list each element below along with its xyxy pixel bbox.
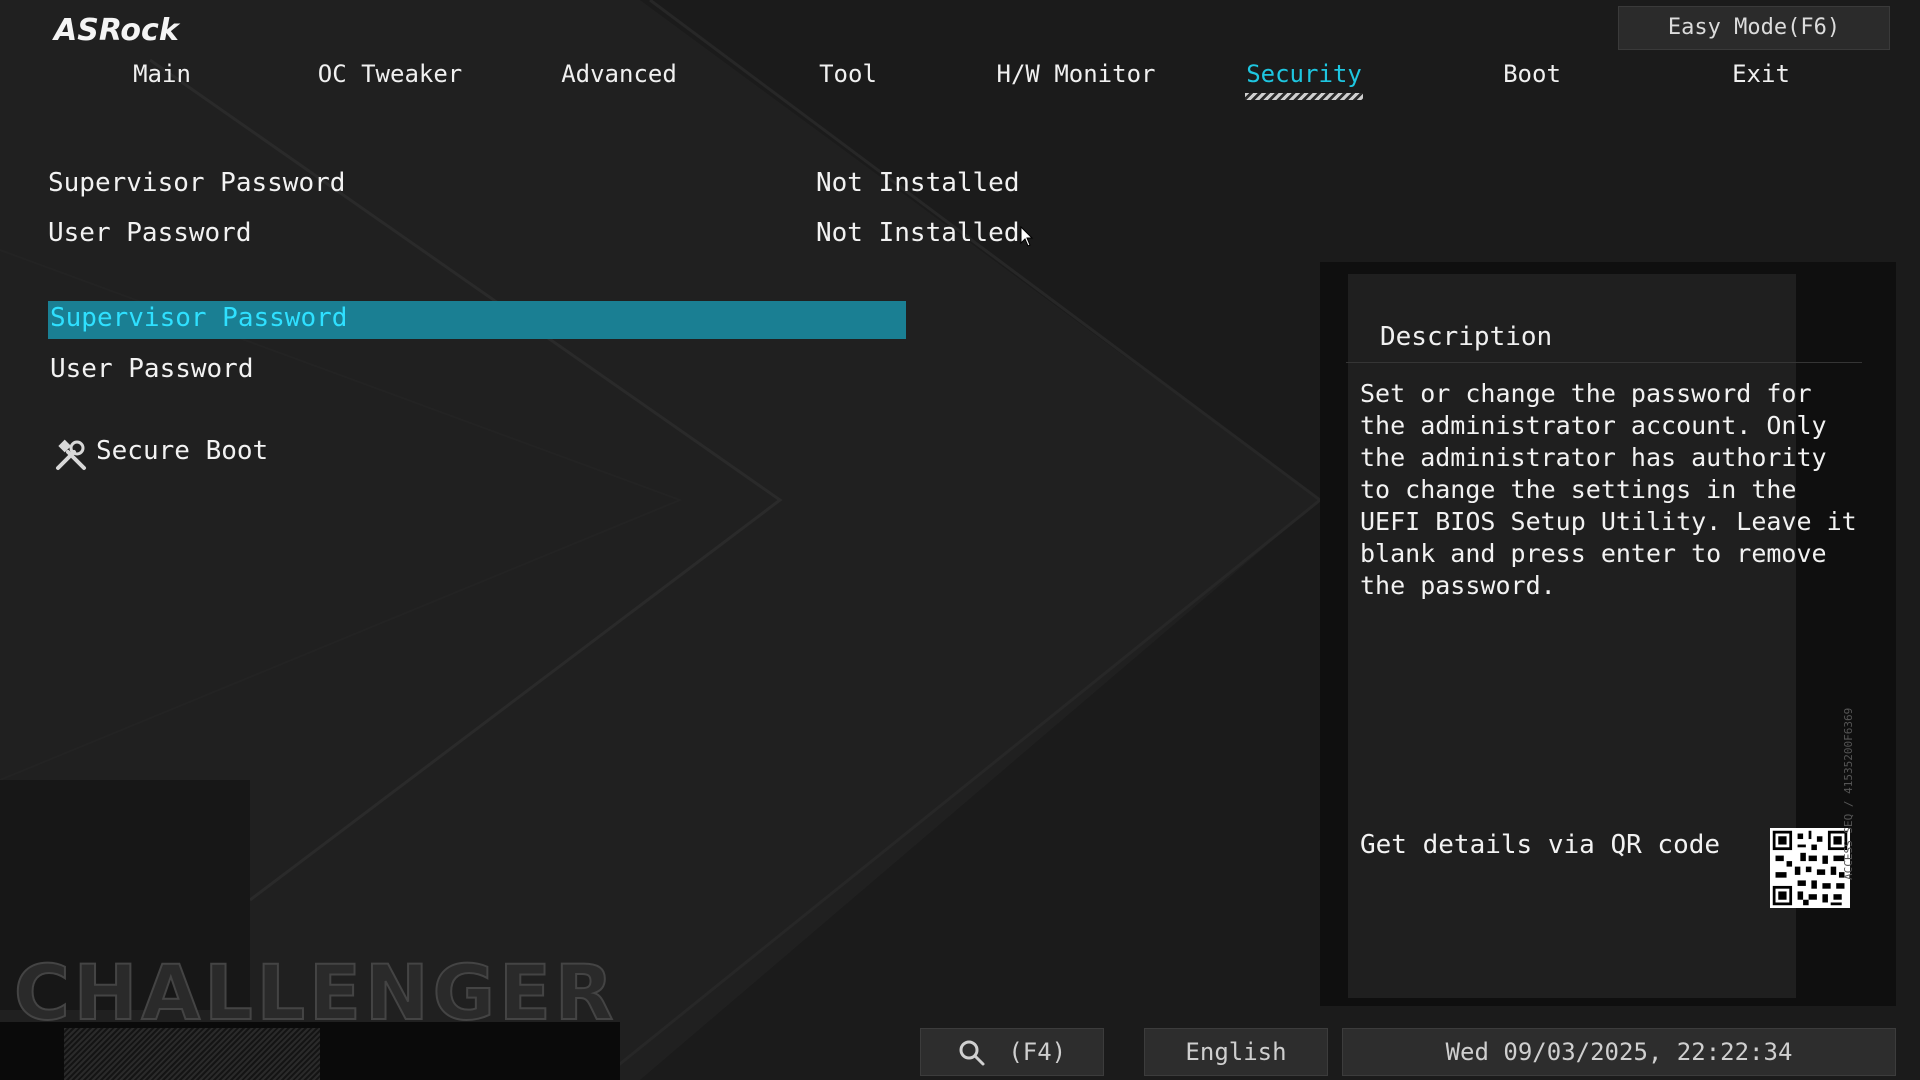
user-password-item[interactable]: User Password (50, 354, 254, 384)
secure-boot-label: Secure Boot (96, 436, 269, 466)
tab-security-label: Security (1246, 60, 1362, 88)
supervisor-password-status-label: Supervisor Password (48, 168, 346, 198)
main-nav: Main OC Tweaker Advanced Tool H/W Monito… (0, 0, 1920, 110)
tab-security[interactable]: Security (1245, 60, 1363, 100)
tab-advanced[interactable]: Advanced (561, 60, 677, 100)
tools-icon (56, 439, 86, 470)
tab-tool[interactable]: Tool (819, 60, 877, 100)
qr-code-image (1770, 828, 1850, 908)
description-text: Set or change the password for the admin… (1360, 379, 1857, 600)
supervisor-password-item[interactable]: Supervisor Password (48, 301, 906, 339)
tab-boot[interactable]: Boot (1503, 60, 1561, 100)
secure-boot-item[interactable]: Secure Boot (54, 434, 314, 474)
language-button[interactable]: English (1144, 1028, 1328, 1076)
description-title: Description (1380, 322, 1553, 352)
active-tab-underline (1245, 93, 1363, 100)
supervisor-password-item-label: Supervisor Password (50, 303, 348, 333)
user-password-status-label: User Password (48, 218, 252, 248)
qr-code-label: Get details via QR code (1360, 830, 1721, 860)
datetime-display: Wed 09/03/2025, 22:22:34 (1342, 1028, 1896, 1076)
tab-hw-monitor[interactable]: H/W Monitor (997, 60, 1156, 100)
tab-main[interactable]: Main (133, 60, 191, 100)
description-divider (1346, 362, 1862, 363)
user-password-status-value: Not Installed (816, 218, 1020, 248)
search-shortcut-label: (F4) (1008, 1038, 1067, 1066)
tab-exit[interactable]: Exit (1732, 60, 1790, 100)
supervisor-password-status-value: Not Installed (816, 168, 1020, 198)
search-icon (959, 1040, 985, 1066)
search-button[interactable]: (F4) (920, 1028, 1104, 1076)
tab-oc-tweaker[interactable]: OC Tweaker (318, 60, 463, 100)
serial-text: ACCESS SEQ / 41535200F6369 (1842, 707, 1855, 880)
mouse-cursor-icon (1020, 226, 1034, 247)
challenger-watermark: CHALLENGER (13, 947, 618, 1038)
